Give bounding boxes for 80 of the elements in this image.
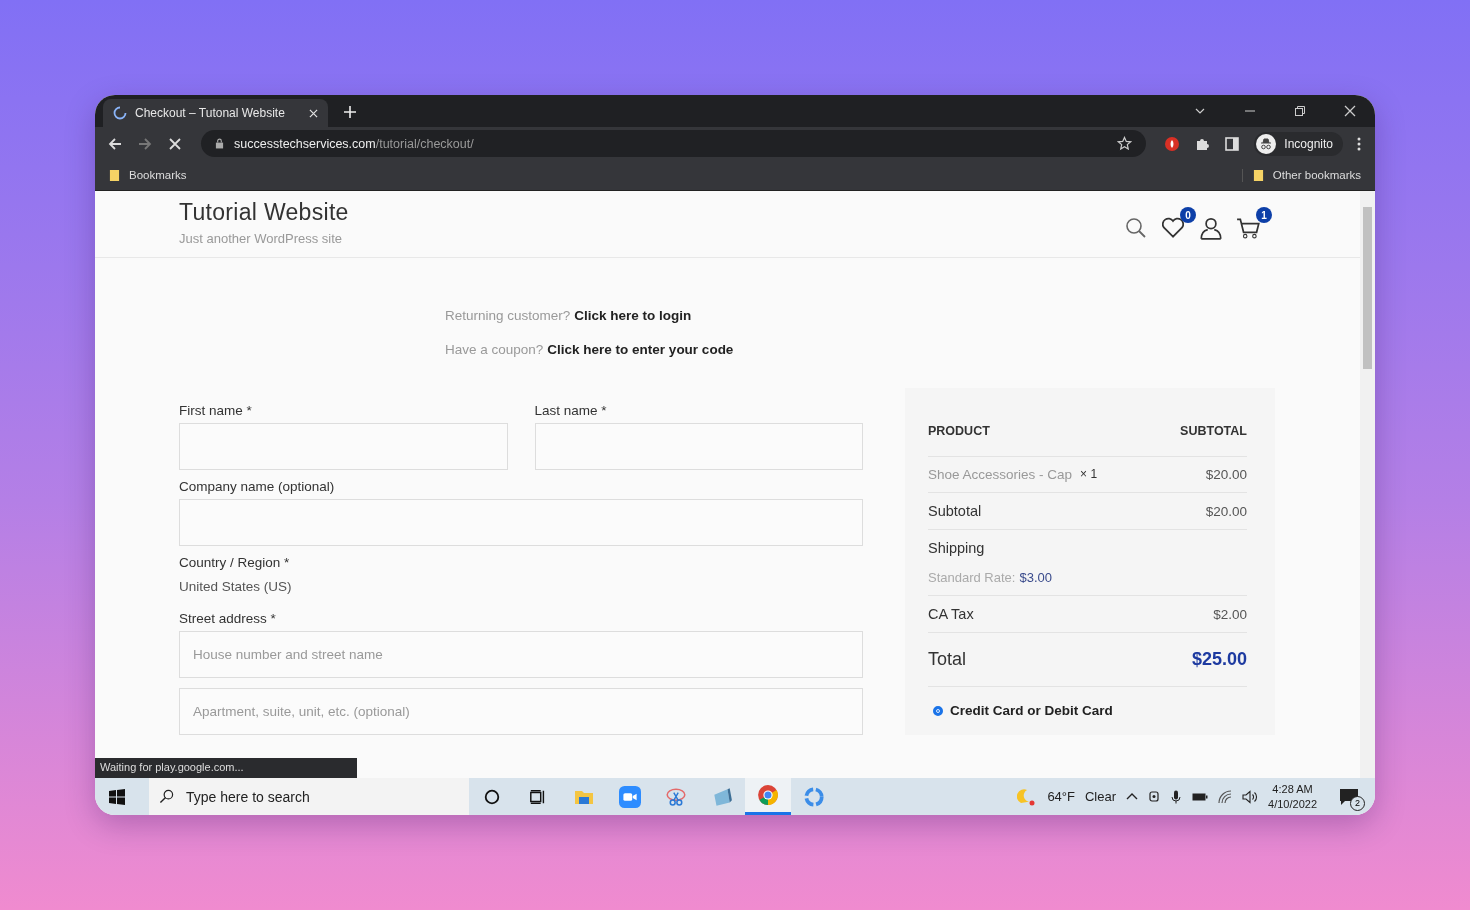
search-icon[interactable] <box>1124 216 1148 240</box>
field-label: Street address * <box>179 611 277 626</box>
star-icon[interactable] <box>1117 136 1133 151</box>
field-label: Company name (optional) <box>179 479 336 494</box>
battery-icon[interactable] <box>1192 791 1209 802</box>
wishlist-count-badge: 0 <box>1180 207 1196 223</box>
total-label: Total <box>928 649 967 670</box>
last-name-field[interactable] <box>534 423 863 470</box>
shipping-rate-label: Standard Rate: <box>928 570 1016 585</box>
tab-title: Checkout – Tutonal Website <box>135 106 286 120</box>
extension-shield-icon[interactable] <box>1164 135 1181 152</box>
notice-link[interactable]: Click here to enter your code <box>547 342 734 357</box>
folder-icon <box>1252 168 1264 182</box>
restore-icon[interactable] <box>1294 105 1306 117</box>
field-label: First name * <box>179 403 253 418</box>
field-label: Last name * <box>534 403 608 418</box>
clock[interactable]: 4:28 AM 4/10/2022 <box>1268 781 1317 812</box>
close-tab-icon[interactable] <box>309 108 318 118</box>
browser-logo-icon <box>757 784 779 806</box>
back-icon[interactable] <box>107 135 123 152</box>
forward-icon[interactable] <box>137 135 153 152</box>
cart-count-badge: 1 <box>1256 207 1272 223</box>
incognito-icon <box>1256 133 1277 154</box>
scrollbar[interactable] <box>1360 191 1375 778</box>
url-text: successtechservices.com/tutorial/checkout/ <box>234 136 474 151</box>
tax-label: CA Tax <box>928 606 974 622</box>
close-icon[interactable] <box>1344 105 1356 117</box>
apartment-field[interactable]: Apartment, suite, unit, etc. (optional) <box>179 688 863 735</box>
country-value: United States (US) <box>179 579 293 594</box>
total-value: $25.00 <box>1191 649 1247 670</box>
site-title[interactable]: Tutorial Website <box>179 199 349 226</box>
camera-icon[interactable] <box>1148 789 1161 804</box>
payment-method-label[interactable]: Credit Card or Debit Card <box>950 703 1113 718</box>
stop-loading-icon[interactable] <box>167 135 183 152</box>
street-address-field[interactable]: House number and street name <box>179 631 863 678</box>
company-name-field[interactable] <box>179 499 863 546</box>
cart-icon[interactable] <box>1236 215 1262 241</box>
taskbar-search-field[interactable]: Type here to search <box>149 778 469 815</box>
loading-icon <box>113 106 127 120</box>
first-name-field[interactable] <box>179 423 508 470</box>
radio-button[interactable] <box>933 705 943 716</box>
menu-icon[interactable] <box>1357 135 1361 152</box>
task-view-icon <box>529 787 547 806</box>
weather-text[interactable]: Clear <box>1085 789 1117 804</box>
video-camera-icon <box>619 785 641 808</box>
profile-button[interactable]: Incognito <box>1254 131 1343 156</box>
notice-text: Returning customer? <box>445 308 571 323</box>
lock-icon <box>215 138 224 149</box>
microphone-icon[interactable] <box>1170 789 1183 804</box>
shipping-rate-value: $3.00 <box>1019 570 1052 585</box>
windows-start-icon[interactable] <box>109 788 125 805</box>
subtotal-label: Subtotal <box>928 503 982 519</box>
new-tab-icon[interactable] <box>344 106 356 118</box>
bookmarks-folder[interactable]: Bookmarks <box>109 168 187 182</box>
tax-value: $2.00 <box>1213 606 1247 622</box>
shipping-label: Shipping <box>928 540 985 556</box>
subtotal-value: $20.00 <box>1205 503 1247 519</box>
product-quantity: × 1 <box>1080 467 1098 482</box>
search-icon <box>159 789 174 804</box>
other-bookmarks-folder[interactable]: Other bookmarks <box>1241 168 1361 182</box>
site-tagline: Just another WordPress site <box>179 231 344 246</box>
status-bubble: Waiting for play.google.com... <box>95 758 357 778</box>
browser-tab[interactable]: Checkout – Tutonal Website <box>103 99 328 127</box>
column-header: SUBTOTAL <box>1180 424 1247 438</box>
circle-icon <box>483 787 501 806</box>
address-bar[interactable]: successtechservices.com/tutorial/checkout/ <box>201 130 1147 157</box>
cloud-sync-icon <box>803 785 825 808</box>
speaker-icon[interactable] <box>1242 789 1259 804</box>
field-label: Country / Region * <box>179 555 291 570</box>
product-name: Shoe Accessories - Cap <box>928 467 1073 482</box>
column-header: PRODUCT <box>928 424 990 438</box>
app-icon <box>711 785 733 808</box>
folder-icon <box>109 168 120 182</box>
notice-text: Have a coupon? <box>445 342 544 357</box>
notice-link[interactable]: Click here to login <box>574 308 692 323</box>
wifi-icon[interactable] <box>1218 789 1233 804</box>
side-panel-icon[interactable] <box>1224 135 1241 152</box>
user-icon[interactable] <box>1198 215 1224 241</box>
temperature-text[interactable]: 64°F <box>1047 789 1075 804</box>
product-price: $20.00 <box>1205 467 1247 482</box>
